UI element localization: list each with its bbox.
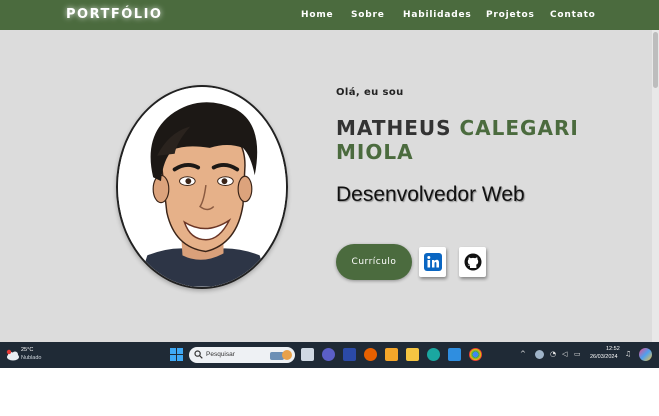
chrome-icon[interactable] [469, 348, 482, 361]
wifi-icon[interactable]: ◔ [550, 350, 556, 358]
nav-home[interactable]: Home [301, 10, 333, 20]
search-highlight-icon [270, 350, 292, 360]
chevron-up-icon[interactable]: ^ [520, 350, 526, 358]
windows-start-icon [170, 348, 183, 361]
hero-role: Desenvolvedor Web [336, 183, 525, 206]
task-view-icon[interactable] [301, 348, 314, 361]
volume-icon[interactable]: ◁ [562, 350, 567, 358]
curriculo-button[interactable]: Currículo [336, 244, 412, 280]
windows-taskbar: 25°C Nublado Pesquisar ^ ◔ ◁ ▭ 12:52 26/… [0, 342, 659, 368]
vscode-icon[interactable] [448, 348, 461, 361]
github-button[interactable] [459, 247, 486, 277]
weather-widget[interactable]: 25°C Nublado [6, 347, 66, 363]
file-explorer-icon[interactable] [406, 348, 419, 361]
search-placeholder: Pesquisar [206, 351, 235, 358]
copilot-icon[interactable] [639, 348, 652, 361]
start-button[interactable] [170, 348, 183, 361]
vertical-scrollbar[interactable] [652, 30, 659, 342]
taskbar-search[interactable]: Pesquisar [189, 347, 295, 363]
firefox-icon[interactable] [364, 348, 377, 361]
edge-icon[interactable] [427, 348, 440, 361]
cloud-icon [6, 349, 19, 361]
profile-avatar [116, 85, 288, 289]
github-icon [464, 253, 481, 271]
hero-name-first: MATHEUS [336, 116, 460, 140]
hero-section [0, 30, 659, 342]
nav-projetos[interactable]: Projetos [486, 10, 535, 20]
weather-condition: Nublado [21, 355, 42, 361]
brand-logo[interactable]: PORTFÓLIO [66, 7, 162, 22]
calculator-icon[interactable] [385, 348, 398, 361]
clock-time[interactable]: 12:52 [606, 346, 620, 352]
scrollbar-thumb[interactable] [653, 32, 658, 88]
hero-greeting: Olá, eu sou [336, 87, 404, 98]
linkedin-icon [423, 253, 442, 271]
battery-icon[interactable]: ▭ [574, 350, 581, 358]
search-icon [194, 350, 203, 359]
clock-date[interactable]: 26/03/2024 [590, 354, 618, 360]
nav-contato[interactable]: Contato [550, 10, 596, 20]
nav-habilidades[interactable]: Habilidades [403, 10, 472, 20]
tray-app-icon[interactable] [535, 350, 544, 359]
blank-area [0, 368, 659, 416]
hero-name: MATHEUS CALEGARI MIOLA [336, 116, 596, 164]
avatar-illustration [118, 87, 286, 287]
teams-icon[interactable] [322, 348, 335, 361]
navbar: PORTFÓLIO Home Sobre Habilidades Projeto… [0, 0, 659, 30]
notification-bell-icon[interactable]: ♫ [625, 350, 631, 358]
linkedin-button[interactable] [419, 247, 446, 277]
weather-temp: 25°C [21, 347, 34, 353]
app-b-icon[interactable] [343, 348, 356, 361]
nav-sobre[interactable]: Sobre [351, 10, 385, 20]
